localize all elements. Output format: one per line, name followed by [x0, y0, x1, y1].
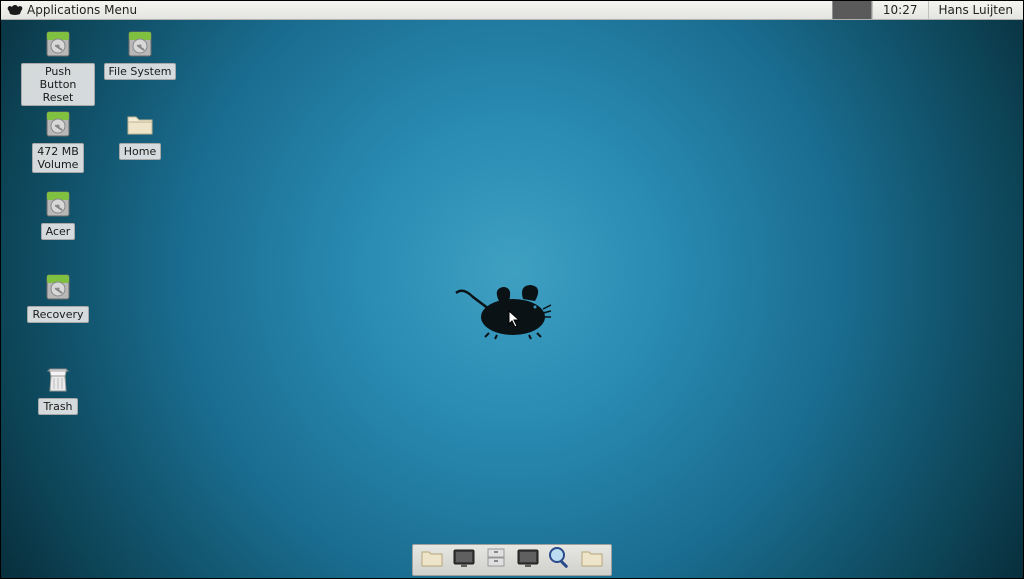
magnifier-icon: [547, 545, 573, 575]
drive-icon: [124, 28, 156, 60]
desktop-icon-label: File System: [104, 63, 177, 80]
desktop-icon-label: 472 MB Volume: [32, 143, 84, 173]
desktop[interactable]: Push Button Reset File System 472 MB Volum…: [1, 20, 1023, 578]
desktop-icon-trash[interactable]: Trash: [21, 363, 95, 415]
applications-menu-button[interactable]: Applications Menu: [1, 1, 143, 19]
dock-item-search[interactable]: [545, 547, 575, 573]
user-menu-button[interactable]: Hans Luijten: [928, 1, 1024, 19]
desktop-icon-home[interactable]: Home: [103, 108, 177, 160]
xfce-mouse-icon: [7, 3, 23, 17]
mouse-cursor: [508, 310, 522, 328]
top-panel: Applications Menu 10:27 Hans Luijten: [1, 1, 1023, 20]
folder-icon: [124, 108, 156, 140]
drive-icon: [42, 188, 74, 220]
desktop-icon-file-system[interactable]: File System: [103, 28, 177, 80]
clock[interactable]: 10:27: [872, 1, 928, 19]
trash-icon: [42, 363, 74, 395]
desktop-icon-label: Trash: [38, 398, 77, 415]
screen-icon: [516, 547, 540, 573]
drive-icon: [42, 271, 74, 303]
applications-menu-label: Applications Menu: [27, 3, 137, 17]
folder-icon: [580, 547, 604, 573]
desktop-icon-label: Recovery: [27, 306, 88, 323]
screen-icon: [452, 547, 476, 573]
clock-time: 10:27: [883, 3, 918, 17]
desktop-icon-label: Home: [119, 143, 161, 160]
system-tray[interactable]: [832, 1, 872, 19]
desktop-icon-label: Acer: [41, 223, 76, 240]
drive-icon: [42, 28, 74, 60]
desktop-icon-push-button-reset[interactable]: Push Button Reset: [21, 28, 95, 106]
archive-icon: [484, 547, 508, 573]
dock-item-archive[interactable]: [481, 547, 511, 573]
user-name: Hans Luijten: [939, 3, 1014, 17]
dock-item-files[interactable]: [577, 547, 607, 573]
desktop-icon-recovery[interactable]: Recovery: [21, 271, 95, 323]
desktop-icon-acer[interactable]: Acer: [21, 188, 95, 240]
bottom-dock: [412, 544, 612, 576]
drive-icon: [42, 108, 74, 140]
desktop-icon-label: Push Button Reset: [21, 63, 95, 106]
xfce-wallpaper-logo: [451, 275, 561, 340]
desktop-icon-472mb-volume[interactable]: 472 MB Volume: [21, 108, 95, 173]
folder-icon: [420, 547, 444, 573]
dock-item-file-manager[interactable]: [417, 547, 447, 573]
dock-item-terminal-2[interactable]: [513, 547, 543, 573]
dock-item-terminal[interactable]: [449, 547, 479, 573]
